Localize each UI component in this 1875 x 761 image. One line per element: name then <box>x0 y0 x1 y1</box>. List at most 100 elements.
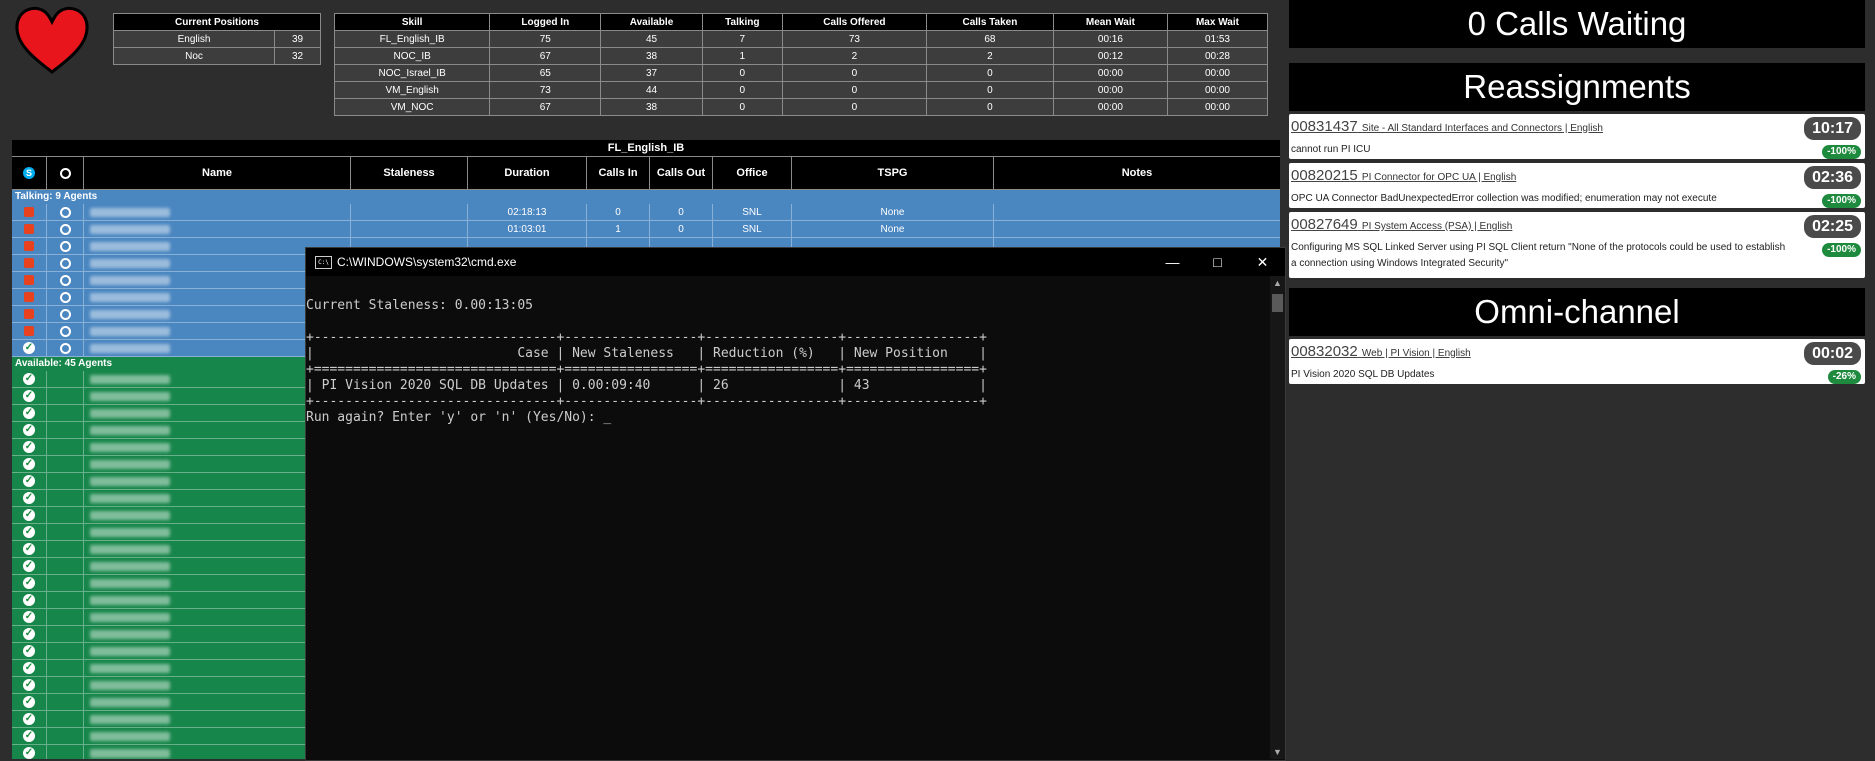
agent-row[interactable]: 02:18:13 0 0 SNL None <box>12 204 1280 221</box>
headset-icon <box>47 609 84 625</box>
table-cell: 38 <box>600 98 703 116</box>
skype-icon[interactable]: S <box>12 157 47 189</box>
busy-status-icon <box>12 272 47 288</box>
check-icon: ✓ <box>12 609 47 625</box>
case-number-link[interactable]: 00820215 PI Connector for OPC UA | Engli… <box>1291 167 1516 184</box>
reassignments-title: Reassignments <box>1289 63 1865 111</box>
table-cell: 44 <box>600 81 703 99</box>
check-icon: ✓ <box>12 439 47 455</box>
headset-icon[interactable] <box>47 157 84 189</box>
close-icon[interactable]: ✕ <box>1240 254 1285 271</box>
busy-status-icon <box>12 238 47 254</box>
right-panel: 0 Calls Waiting Reassignments 00831437 S… <box>1289 0 1865 388</box>
table-cell: 01:53 <box>1166 30 1269 48</box>
agent-notes <box>994 221 1280 237</box>
case-number-link[interactable]: 00827649 PI System Access (PSA) | Englis… <box>1291 216 1512 233</box>
case-timer: 02:36 <box>1804 166 1861 189</box>
col-duration[interactable]: Duration <box>468 157 587 189</box>
headset-icon <box>47 272 84 288</box>
headset-icon <box>47 221 84 237</box>
agent-row[interactable]: 01:03:01 1 0 SNL None <box>12 221 1280 238</box>
table-border-bottom: +-------------------------------+-------… <box>306 394 987 409</box>
table-cell: 0 <box>925 64 1054 82</box>
headset-icon <box>47 660 84 676</box>
check-icon: ✓ <box>12 660 47 676</box>
col-staleness[interactable]: Staleness <box>351 157 468 189</box>
case-card[interactable]: 00832032 Web | PI Vision | English PI Vis… <box>1289 339 1865 384</box>
headset-icon <box>47 541 84 557</box>
maximize-icon[interactable]: □ <box>1195 254 1240 270</box>
agent-tspg: None <box>792 221 994 237</box>
agent-calls-in: 0 <box>587 204 650 220</box>
headset-icon <box>47 473 84 489</box>
table-cell: 00:00 <box>1052 98 1168 116</box>
table-row: Noc 32 <box>113 47 321 65</box>
case-card[interactable]: 00827649 PI System Access (PSA) | Englis… <box>1289 212 1865 278</box>
table-row: NOC_IB 67 38 1 2 2 00:12 00:28 <box>333 47 1269 65</box>
table-cell: NOC_Israel_IB <box>333 64 491 82</box>
calls-waiting-banner: 0 Calls Waiting <box>1289 0 1865 48</box>
table-cell: VM_NOC <box>333 98 491 116</box>
table-cell: 00:00 <box>1166 81 1269 99</box>
prompt-line: Run again? Enter 'y' or 'n' (Yes/No): _ <box>306 410 612 425</box>
check-icon: ✓ <box>12 694 47 710</box>
busy-status-icon <box>12 289 47 305</box>
table-row: FL_English_IB 75 45 7 73 68 00:16 01:53 <box>333 30 1269 48</box>
headset-icon <box>47 255 84 271</box>
check-icon: ✓ <box>12 728 47 744</box>
headset-icon <box>47 626 84 642</box>
minimize-icon[interactable]: — <box>1150 254 1195 270</box>
case-number-link[interactable]: 00831437 Site - All Standard Interfaces … <box>1291 118 1603 135</box>
heart-icon <box>15 6 89 74</box>
skills-col-header: Calls Taken <box>925 13 1054 31</box>
col-office[interactable]: Office <box>713 157 792 189</box>
agent-staleness <box>351 221 468 237</box>
agent-tspg: None <box>792 204 994 220</box>
headset-icon <box>47 323 84 339</box>
table-header-line: | Case | New Staleness | Reduction (%) |… <box>306 346 987 361</box>
agent-office: SNL <box>713 204 792 220</box>
case-description: Configuring MS SQL Linked Server using P… <box>1291 242 1786 269</box>
table-cell: 00:12 <box>1052 47 1168 65</box>
case-meta: Site - All Standard Interfaces and Conne… <box>1361 123 1603 134</box>
table-separator: +===============================+=======… <box>306 362 987 377</box>
headset-icon <box>47 592 84 608</box>
col-tspg[interactable]: TSPG <box>792 157 994 189</box>
case-percent-badge: -100% <box>1822 243 1861 257</box>
headset-icon <box>47 711 84 727</box>
table-cell: 0 <box>925 81 1054 99</box>
headset-icon <box>47 694 84 710</box>
col-notes[interactable]: Notes <box>994 157 1280 189</box>
cmd-titlebar[interactable]: C:\ C:\WINDOWS\system32\cmd.exe — □ ✕ <box>306 248 1285 276</box>
check-icon: ✓ <box>12 340 47 356</box>
col-calls-out[interactable]: Calls Out <box>650 157 713 189</box>
table-cell: 73 <box>781 30 927 48</box>
case-percent-badge: -100% <box>1822 194 1861 208</box>
case-card[interactable]: 00831437 Site - All Standard Interfaces … <box>1289 114 1865 159</box>
table-cell: 2 <box>781 47 927 65</box>
cmd-icon: C:\ <box>315 255 332 269</box>
cmd-window[interactable]: C:\ C:\WINDOWS\system32\cmd.exe — □ ✕ Cu… <box>305 247 1286 761</box>
table-cell: 00:00 <box>1052 81 1168 99</box>
agent-notes <box>994 204 1280 220</box>
cmd-output[interactable]: Current Staleness: 0.00:13:05 +----------… <box>306 282 1285 426</box>
cmd-scrollbar[interactable]: ▲ ▼ <box>1270 276 1285 759</box>
col-name[interactable]: Name <box>84 157 351 189</box>
col-calls-in[interactable]: Calls In <box>587 157 650 189</box>
table-cell: 0 <box>781 98 927 116</box>
agent-duration: 02:18:13 <box>468 204 587 220</box>
positions-header: Current Positions <box>113 13 321 31</box>
table-cell: 00:00 <box>1052 64 1168 82</box>
table-cell: 0 <box>701 98 783 116</box>
case-number-link[interactable]: 00832032 Web | PI Vision | English <box>1291 343 1471 360</box>
case-card[interactable]: 00820215 PI Connector for OPC UA | Engli… <box>1289 163 1865 208</box>
headset-icon <box>47 405 84 421</box>
table-cell: 0 <box>781 64 927 82</box>
table-cell: 45 <box>600 30 703 48</box>
case-percent-badge: -26% <box>1827 370 1861 384</box>
check-icon: ✓ <box>12 745 47 759</box>
headset-icon <box>47 238 84 254</box>
table-cell: NOC_IB <box>333 47 491 65</box>
headset-icon <box>47 306 84 322</box>
headset-icon <box>47 490 84 506</box>
